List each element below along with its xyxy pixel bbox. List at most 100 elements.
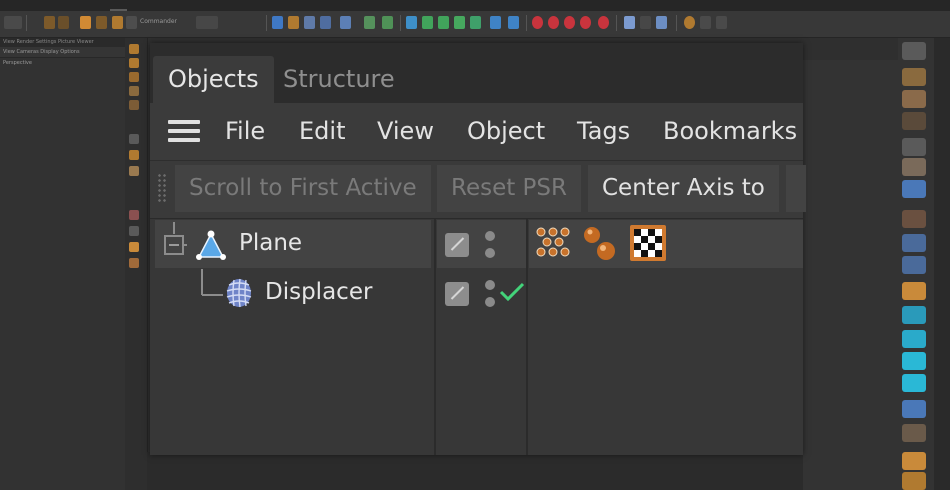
tool-icon[interactable]: [902, 158, 926, 176]
xparticles-icon[interactable]: [564, 16, 575, 29]
hamburger-menu-icon[interactable]: [168, 120, 200, 142]
rotate-tool-icon[interactable]: [80, 16, 91, 29]
object-row-displacer[interactable]: Displacer: [155, 269, 435, 317]
reset-psr-button[interactable]: Reset PSR: [437, 165, 582, 212]
material-spheres-tag-icon[interactable]: [580, 223, 618, 265]
render-settings-icon[interactable]: [304, 16, 315, 29]
move-tool-icon[interactable]: [44, 16, 55, 29]
octane-icon[interactable]: [716, 16, 727, 29]
tool-icon[interactable]: [902, 210, 926, 228]
array-icon[interactable]: [406, 16, 417, 29]
tool-icon[interactable]: [129, 86, 139, 96]
nurbs-icon[interactable]: [382, 16, 393, 29]
tool-icon[interactable]: [902, 112, 926, 130]
coord-system-icon[interactable]: [196, 16, 218, 29]
octane-icon[interactable]: [700, 16, 711, 29]
tool-icon[interactable]: [129, 242, 139, 252]
object-manager-tabs: Objects Structure: [150, 43, 803, 103]
viewport-menu[interactable]: View Cameras Display Options: [0, 47, 125, 58]
menu-bookmarks[interactable]: Bookmarks: [663, 103, 797, 160]
tool-icon[interactable]: [902, 472, 926, 490]
spline-icon[interactable]: [364, 16, 375, 29]
editor-visibility-dot-icon[interactable]: [485, 231, 495, 241]
mograph-icon[interactable]: [422, 16, 433, 29]
tool-icon[interactable]: [129, 150, 139, 160]
menu-file[interactable]: File: [225, 103, 265, 160]
tool-icon[interactable]: [902, 400, 926, 418]
tool-icon[interactable]: [902, 306, 926, 324]
xparticles-icon[interactable]: [580, 16, 591, 29]
menu-object[interactable]: Object: [467, 103, 545, 160]
deformer-icon[interactable]: [438, 16, 449, 29]
render-visibility-dot-icon[interactable]: [485, 297, 495, 307]
visibility-toggle-icon[interactable]: [445, 233, 469, 257]
tool-icon[interactable]: [129, 226, 139, 236]
xparticles-icon[interactable]: [532, 16, 543, 29]
tool-icon[interactable]: [902, 282, 926, 300]
realflow-icon[interactable]: [624, 16, 635, 29]
object-row-plane[interactable]: Plane: [155, 220, 431, 268]
object-name[interactable]: Displacer: [265, 279, 372, 305]
octane-icon[interactable]: [684, 16, 695, 29]
tool-icon[interactable]: [902, 452, 926, 470]
xparticles-icon[interactable]: [598, 16, 609, 29]
next-command-button[interactable]: [786, 165, 806, 212]
camera-icon[interactable]: [490, 16, 501, 29]
editor-visibility-dot-icon[interactable]: [485, 280, 495, 290]
tool-icon[interactable]: [902, 42, 926, 60]
menu-edit[interactable]: Edit: [299, 103, 345, 160]
tool-icon[interactable]: [129, 58, 139, 68]
tool-icon[interactable]: [129, 100, 139, 110]
main-menubar: FileEditCreateModesSelectToolsMeshSpline…: [0, 0, 950, 20]
tree-expand-icon[interactable]: [161, 222, 187, 266]
scene-icon[interactable]: [470, 16, 481, 29]
xparticles-icon[interactable]: [548, 16, 559, 29]
tab-objects[interactable]: Objects: [153, 56, 274, 103]
tool-icon[interactable]: [656, 16, 667, 29]
scale-tool-icon[interactable]: [58, 16, 69, 29]
tool-icon[interactable]: [902, 424, 926, 442]
visibility-toggle-icon[interactable]: [445, 282, 469, 306]
tool-icon[interactable]: [902, 138, 926, 156]
menu-tags[interactable]: Tags: [577, 103, 630, 160]
tool-icon[interactable]: [902, 90, 926, 108]
command-bar: Scroll to First Active Reset PSR Center …: [150, 161, 806, 219]
tool-icon[interactable]: [902, 234, 926, 252]
render-icon[interactable]: [288, 16, 299, 29]
center-axis-to-button[interactable]: Center Axis to: [588, 165, 779, 212]
object-name[interactable]: Plane: [239, 230, 302, 256]
cube-icon[interactable]: [320, 16, 331, 29]
deformer-icon[interactable]: [454, 16, 465, 29]
tool-icon[interactable]: [902, 352, 926, 370]
enabled-checkmark-icon[interactable]: [498, 281, 526, 303]
scroll-to-first-active-button[interactable]: Scroll to First Active: [175, 165, 431, 212]
light-icon[interactable]: [508, 16, 519, 29]
undo-icon[interactable]: [4, 16, 22, 29]
displacer-material-tag-icon[interactable]: [534, 225, 572, 263]
tool-icon[interactable]: [902, 256, 926, 274]
tool-icon[interactable]: [129, 258, 139, 268]
tool-icon[interactable]: [129, 166, 139, 176]
tool-icon[interactable]: [902, 68, 926, 86]
commander-label[interactable]: Commander: [140, 18, 177, 25]
tool-icon[interactable]: [640, 16, 651, 29]
viewport-tabs[interactable]: View Render Settings Picture Viewer: [0, 38, 125, 47]
render-view-icon[interactable]: [272, 16, 283, 29]
tool-icon[interactable]: [129, 210, 139, 220]
menu-view[interactable]: View: [377, 103, 434, 160]
tool-icon[interactable]: [902, 180, 926, 198]
select-tool-icon[interactable]: [96, 16, 107, 29]
checker-material-tag-icon[interactable]: [629, 224, 667, 262]
tool-icon[interactable]: [126, 16, 137, 29]
tab-structure[interactable]: Structure: [268, 56, 410, 103]
drag-grip-icon[interactable]: [157, 173, 167, 203]
cube-icon[interactable]: [340, 16, 351, 29]
tool-icon[interactable]: [112, 16, 123, 29]
tool-icon[interactable]: [129, 134, 139, 144]
viewport-name: Perspective: [3, 60, 32, 66]
tool-icon[interactable]: [902, 374, 926, 392]
render-visibility-dot-icon[interactable]: [485, 248, 495, 258]
tool-icon[interactable]: [902, 330, 926, 348]
tool-icon[interactable]: [129, 72, 139, 82]
tool-icon[interactable]: [129, 44, 139, 54]
